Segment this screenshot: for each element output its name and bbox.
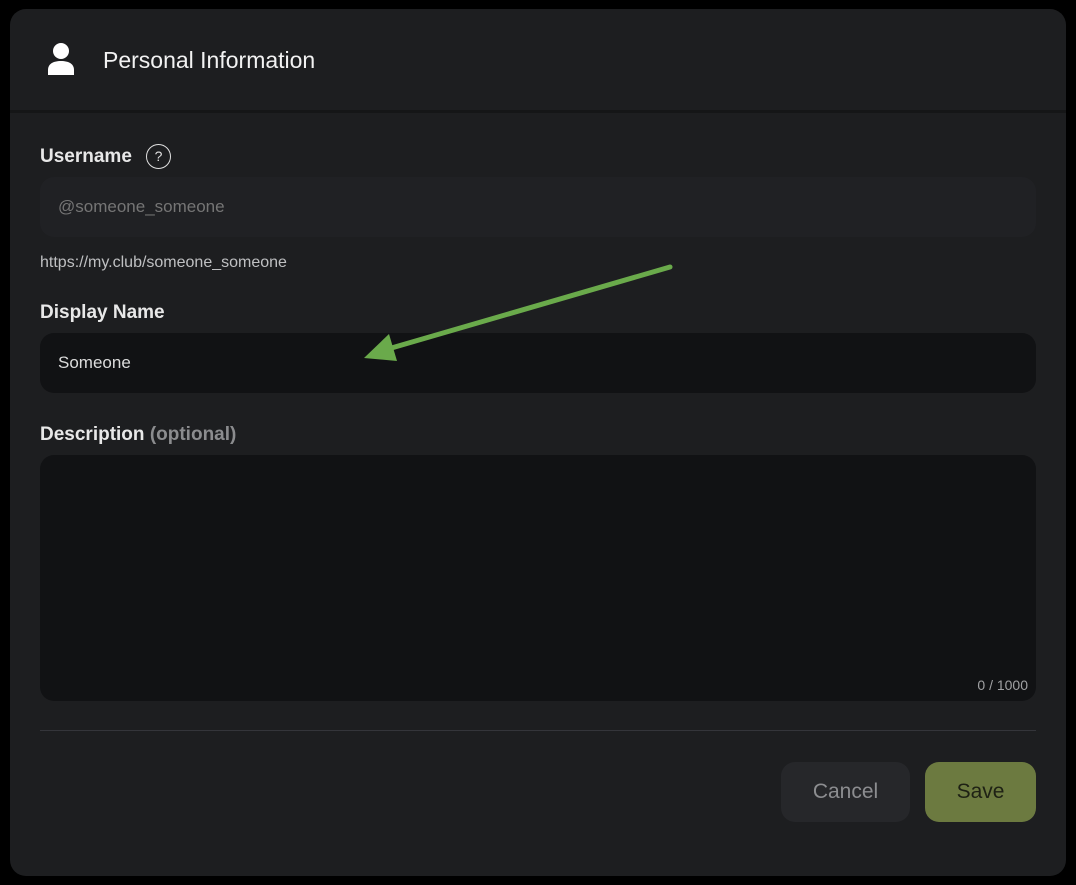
cancel-button[interactable]: Cancel xyxy=(781,762,910,822)
description-label: Description (optional) xyxy=(40,423,236,447)
personal-information-panel: Personal Information Username ? https://… xyxy=(10,9,1066,876)
optional-hint: (optional) xyxy=(149,424,237,445)
username-label: Username xyxy=(40,146,132,167)
character-counter: 0 / 1000 xyxy=(977,677,1028,693)
username-input[interactable] xyxy=(40,177,1036,237)
description-textarea[interactable]: 0 / 1000 xyxy=(40,455,1036,701)
user-icon xyxy=(48,43,74,75)
panel-header: Personal Information xyxy=(10,9,1066,113)
display-name-label: Display Name xyxy=(40,302,165,323)
profile-url: https://my.club/someone_someone xyxy=(40,254,287,271)
footer-divider xyxy=(40,730,1036,731)
save-button[interactable]: Save xyxy=(925,762,1036,822)
display-name-input[interactable] xyxy=(40,333,1036,393)
question-mark-icon[interactable]: ? xyxy=(146,144,171,169)
description-label-text: Description xyxy=(40,424,145,445)
panel-title: Personal Information xyxy=(103,47,316,73)
